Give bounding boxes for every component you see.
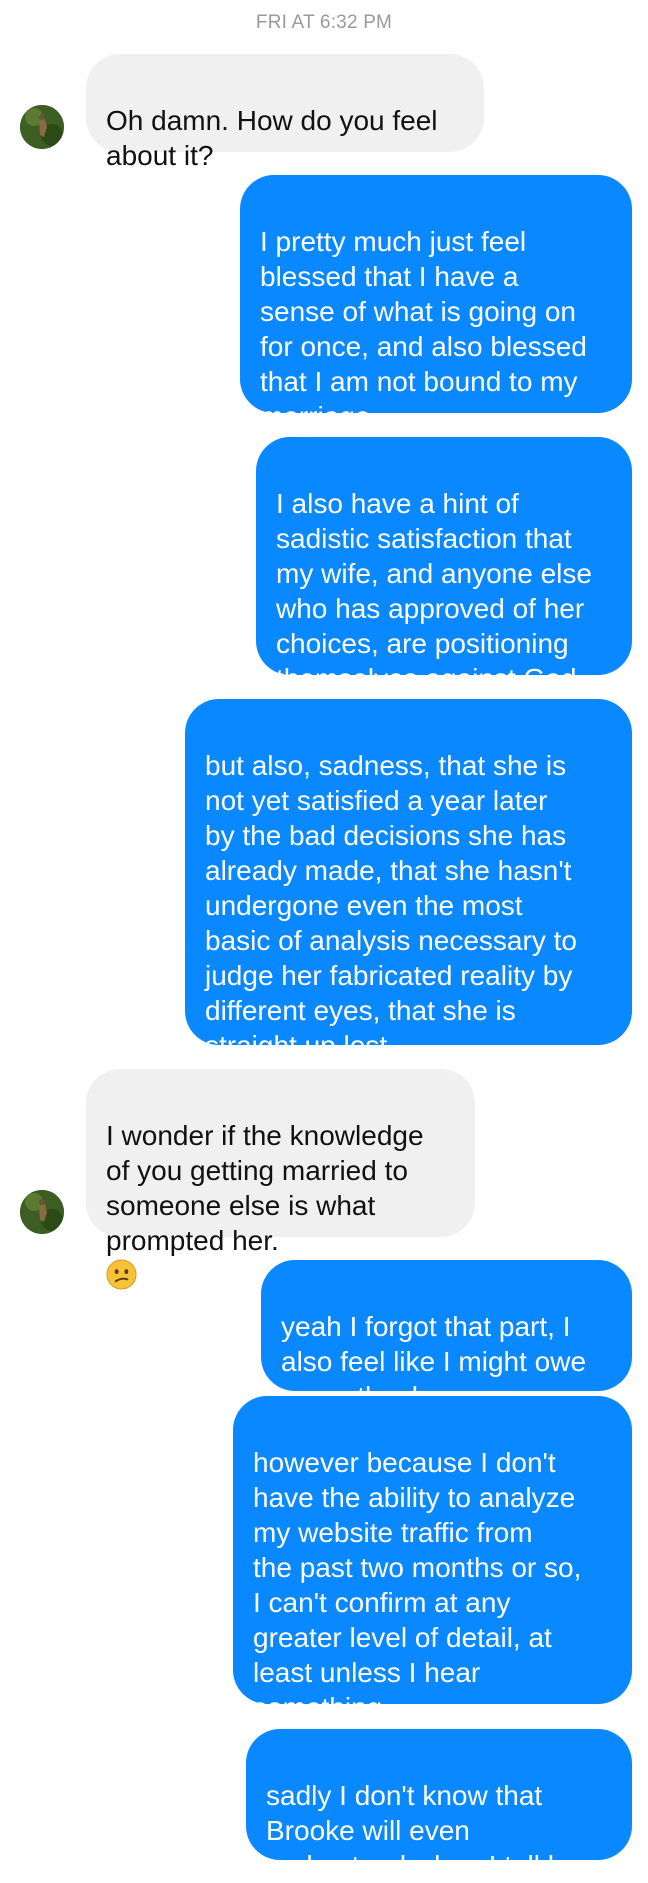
avatar[interactable]: [20, 1190, 64, 1234]
message-text: I pretty much just feel blessed that I h…: [260, 226, 587, 432]
message-text: but also, sadness, that she is not yet s…: [205, 750, 577, 1061]
message-bubble-incoming[interactable]: I wonder if the knowledge of you getting…: [86, 1069, 475, 1290]
message-text: however because I don't have the ability…: [253, 1447, 582, 1723]
message-text: sadly I don't know that Brooke will even…: [266, 1780, 589, 1881]
avatar[interactable]: [20, 105, 64, 149]
avatar-photo: [20, 1190, 64, 1234]
message-bubble-outgoing[interactable]: I pretty much just feel blessed that I h…: [240, 175, 632, 432]
message-text: I wonder if the knowledge of you getting…: [106, 1120, 424, 1256]
message-text: Oh damn. How do you feel about it?: [106, 105, 438, 171]
message-bubble-outgoing[interactable]: sadly I don't know that Brooke will even…: [246, 1729, 632, 1881]
avatar-photo: [20, 105, 64, 149]
message-bubble-outgoing[interactable]: yeah I forgot that part, I also feel lik…: [261, 1260, 632, 1412]
message-bubble-incoming[interactable]: Oh damn. How do you feel about it?: [86, 54, 484, 171]
timestamp: FRI AT 6:32 PM: [255, 12, 393, 33]
message-bubble-outgoing[interactable]: however because I don't have the ability…: [233, 1396, 632, 1723]
confused-face-icon: [106, 1259, 137, 1290]
message-bubble-outgoing[interactable]: I also have a hint of sadistic satisfact…: [256, 437, 632, 694]
message-bubble-outgoing[interactable]: but also, sadness, that she is not yet s…: [185, 699, 632, 1061]
message-text: I also have a hint of sadistic satisfact…: [276, 488, 592, 694]
